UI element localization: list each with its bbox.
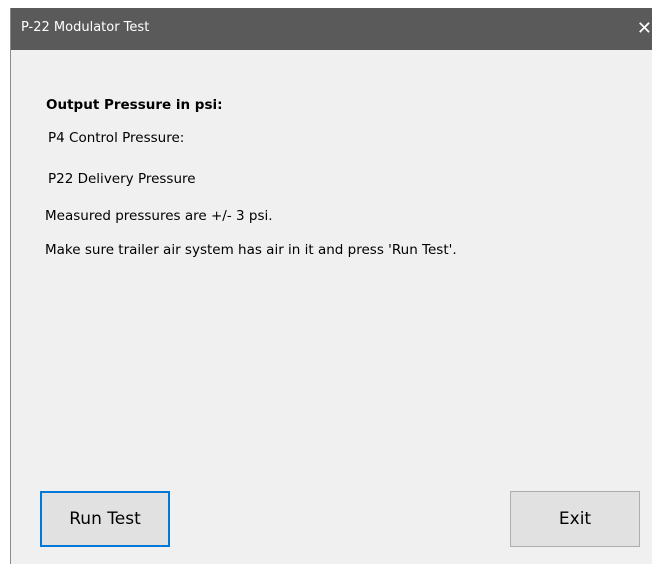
window-title: P-22 Modulator Test [21, 20, 150, 35]
run-test-button[interactable]: Run Test [40, 491, 170, 547]
instruction-note: Make sure trailer air system has air in … [45, 242, 457, 258]
p22-delivery-pressure-label: P22 Delivery Pressure [48, 171, 196, 187]
exit-button[interactable]: Exit [510, 491, 640, 547]
dialog-window: P-22 Modulator Test ✕ Output Pressure in… [10, 8, 652, 564]
dialog-content: Output Pressure in psi: P4 Control Press… [11, 50, 652, 564]
title-bar[interactable]: P-22 Modulator Test ✕ [11, 8, 652, 50]
output-pressure-heading: Output Pressure in psi: [46, 97, 223, 113]
p4-control-pressure-label: P4 Control Pressure: [48, 130, 185, 146]
accuracy-note: Measured pressures are +/- 3 psi. [45, 208, 273, 224]
close-icon[interactable]: ✕ [634, 8, 652, 50]
